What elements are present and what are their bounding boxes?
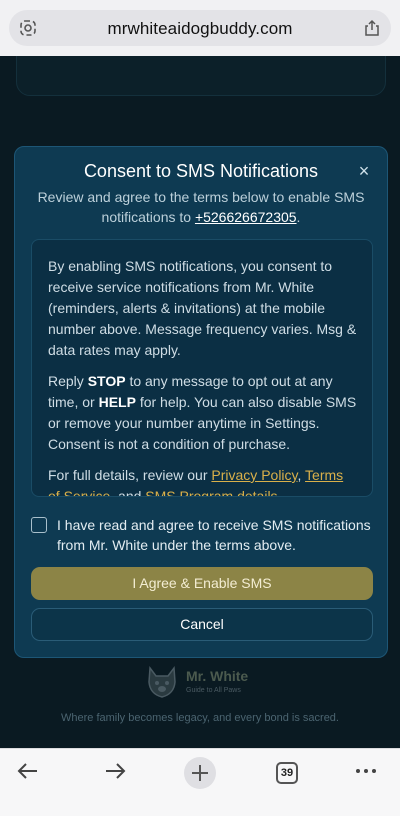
terms-text: .: [277, 488, 282, 497]
more-icon: [354, 759, 378, 788]
terms-paragraph-2: Reply STOP to any message to opt out at …: [48, 371, 358, 455]
help-keyword: HELP: [98, 394, 136, 410]
terms-text: Reply: [48, 373, 84, 389]
agree-row[interactable]: I have read and agree to receive SMS not…: [31, 515, 377, 555]
footer-tagline: Where family becomes legacy, and every b…: [61, 712, 339, 724]
agree-checkbox[interactable]: [31, 517, 47, 533]
forward-button[interactable]: [97, 755, 133, 791]
new-tab-button[interactable]: [182, 755, 218, 791]
modal-title: Consent to SMS Notifications: [83, 161, 319, 181]
more-button[interactable]: [348, 755, 384, 791]
stop-keyword: STOP: [87, 373, 126, 389]
cancel-button[interactable]: Cancel: [31, 608, 373, 641]
subtitle-suffix: .: [296, 209, 301, 225]
share-icon[interactable]: [363, 19, 381, 37]
terms-text: ,: [297, 467, 302, 483]
tabs-icon: 39: [276, 762, 298, 784]
back-icon: [16, 759, 40, 788]
tabs-button[interactable]: 39: [269, 755, 305, 791]
forward-icon: [103, 759, 127, 788]
sms-program-link[interactable]: SMS Program details: [145, 488, 277, 496]
close-icon[interactable]: ×: [353, 160, 375, 182]
footer-brand: Mr. White Guide to All Paws: [144, 664, 284, 704]
terms-text: for help. You can also disable SMS or re…: [48, 394, 357, 452]
agree-label[interactable]: I have read and agree to receive SMS not…: [57, 515, 377, 555]
new-tab-icon: [184, 757, 216, 789]
browser-address-bar: mrwhiteaidogbuddy.com: [0, 0, 400, 56]
sms-consent-modal: Consent to SMS Notifications × Review an…: [14, 146, 388, 658]
browser-toolbar: 39: [0, 748, 400, 816]
terms-paragraph-1: By enabling SMS notifications, you conse…: [48, 258, 357, 358]
terms-box[interactable]: By enabling SMS notifications, you conse…: [31, 239, 373, 497]
url-pill[interactable]: mrwhiteaidogbuddy.com: [9, 10, 391, 46]
agree-enable-sms-button[interactable]: I Agree & Enable SMS: [31, 567, 373, 600]
terms-paragraph-3: For full details, review our Privacy Pol…: [48, 465, 358, 497]
terms-text: , and: [110, 488, 142, 497]
terms-text: For full details, review our: [48, 467, 208, 483]
dog-logo-icon: [144, 664, 180, 705]
brand-name: Mr. White: [186, 668, 249, 684]
background-card: [16, 56, 386, 96]
brand-tagline: Guide to All Paws: [186, 687, 241, 694]
phone-number[interactable]: +526626672305: [195, 209, 297, 225]
privacy-policy-link[interactable]: Privacy Policy: [211, 467, 297, 483]
url-text[interactable]: mrwhiteaidogbuddy.com: [9, 19, 391, 39]
modal-subtitle: Review and agree to the terms below to e…: [35, 187, 367, 227]
back-button[interactable]: [10, 755, 46, 791]
